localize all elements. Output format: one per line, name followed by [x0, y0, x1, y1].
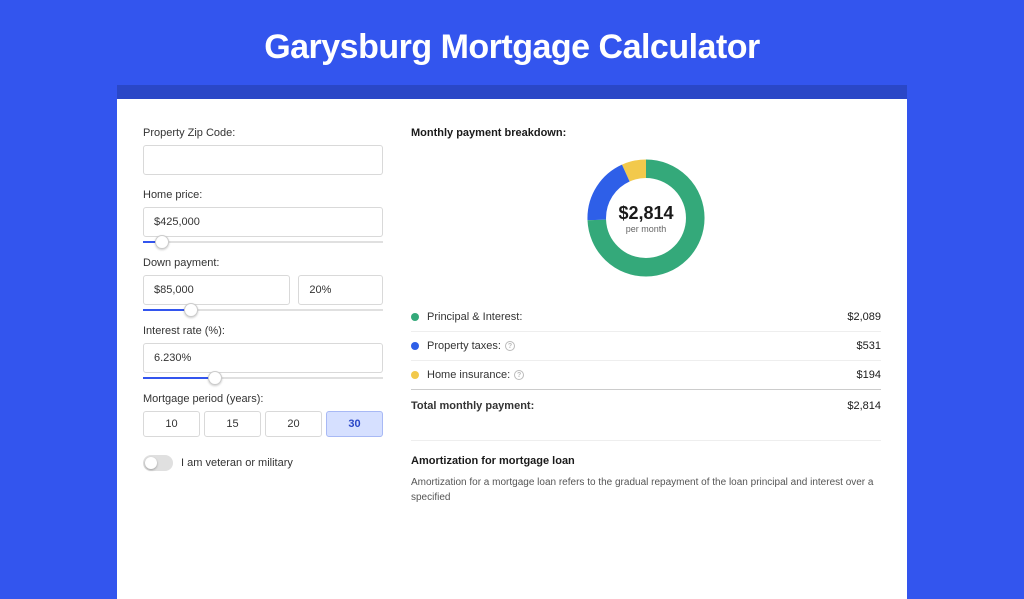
- slider-fill: [143, 377, 215, 379]
- legend-label: Principal & Interest:: [427, 311, 847, 323]
- legend-label: Home insurance:?: [427, 369, 857, 381]
- info-icon[interactable]: ?: [514, 370, 524, 380]
- interest-input[interactable]: [143, 343, 383, 373]
- down-payment-slider[interactable]: [143, 309, 383, 311]
- calculator-card: Property Zip Code: Home price: Down paym…: [117, 99, 907, 599]
- down-payment-group: Down payment:: [143, 257, 383, 311]
- donut-wrap: $2,814 per month: [411, 153, 881, 283]
- slider-thumb[interactable]: [155, 235, 169, 249]
- down-payment-label: Down payment:: [143, 257, 383, 269]
- interest-label: Interest rate (%):: [143, 325, 383, 337]
- home-price-group: Home price:: [143, 189, 383, 243]
- slider-thumb[interactable]: [184, 303, 198, 317]
- period-options-row: 10152030: [143, 411, 383, 437]
- breakdown-title: Monthly payment breakdown:: [411, 127, 881, 139]
- inputs-column: Property Zip Code: Home price: Down paym…: [143, 127, 383, 599]
- donut-amount: $2,814: [618, 203, 673, 224]
- period-option-10[interactable]: 10: [143, 411, 200, 437]
- zip-label: Property Zip Code:: [143, 127, 383, 139]
- period-label: Mortgage period (years):: [143, 393, 383, 405]
- amortization-text: Amortization for a mortgage loan refers …: [411, 475, 881, 505]
- period-option-30[interactable]: 30: [326, 411, 383, 437]
- donut-sub: per month: [626, 224, 667, 234]
- legend-row: Property taxes:?$531: [411, 331, 881, 360]
- legend-value: $2,089: [847, 311, 881, 323]
- amortization-section: Amortization for mortgage loan Amortizat…: [411, 440, 881, 505]
- legend-dot: [411, 313, 419, 321]
- legend-dot: [411, 342, 419, 350]
- interest-group: Interest rate (%):: [143, 325, 383, 379]
- total-row: Total monthly payment: $2,814: [411, 389, 881, 422]
- legend-value: $531: [857, 340, 881, 352]
- total-label: Total monthly payment:: [411, 400, 847, 412]
- slider-thumb[interactable]: [208, 371, 222, 385]
- legend-dot: [411, 371, 419, 379]
- info-icon[interactable]: ?: [505, 341, 515, 351]
- period-group: Mortgage period (years): 10152030: [143, 393, 383, 437]
- legend-list: Principal & Interest:$2,089Property taxe…: [411, 303, 881, 389]
- donut-chart: $2,814 per month: [581, 153, 711, 283]
- page-title: Garysburg Mortgage Calculator: [264, 28, 760, 67]
- amortization-title: Amortization for mortgage loan: [411, 455, 881, 467]
- period-option-20[interactable]: 20: [265, 411, 322, 437]
- legend-row: Principal & Interest:$2,089: [411, 303, 881, 331]
- veteran-toggle[interactable]: [143, 455, 173, 471]
- zip-field-group: Property Zip Code:: [143, 127, 383, 175]
- interest-slider[interactable]: [143, 377, 383, 379]
- card-shadow-wrap: Property Zip Code: Home price: Down paym…: [117, 85, 907, 599]
- down-payment-pct-input[interactable]: [298, 275, 383, 305]
- donut-center: $2,814 per month: [581, 153, 711, 283]
- home-price-slider[interactable]: [143, 241, 383, 243]
- down-payment-row: [143, 275, 383, 305]
- legend-label: Property taxes:?: [427, 340, 857, 352]
- legend-row: Home insurance:?$194: [411, 360, 881, 389]
- home-price-label: Home price:: [143, 189, 383, 201]
- total-value: $2,814: [847, 400, 881, 412]
- toggle-knob: [145, 457, 157, 469]
- legend-value: $194: [857, 369, 881, 381]
- veteran-label: I am veteran or military: [181, 457, 293, 469]
- veteran-toggle-row: I am veteran or military: [143, 455, 383, 471]
- period-option-15[interactable]: 15: [204, 411, 261, 437]
- zip-input[interactable]: [143, 145, 383, 175]
- down-payment-input[interactable]: [143, 275, 290, 305]
- page-root: Garysburg Mortgage Calculator Property Z…: [0, 0, 1024, 512]
- home-price-input[interactable]: [143, 207, 383, 237]
- breakdown-column: Monthly payment breakdown: $2,814 per mo…: [411, 127, 881, 599]
